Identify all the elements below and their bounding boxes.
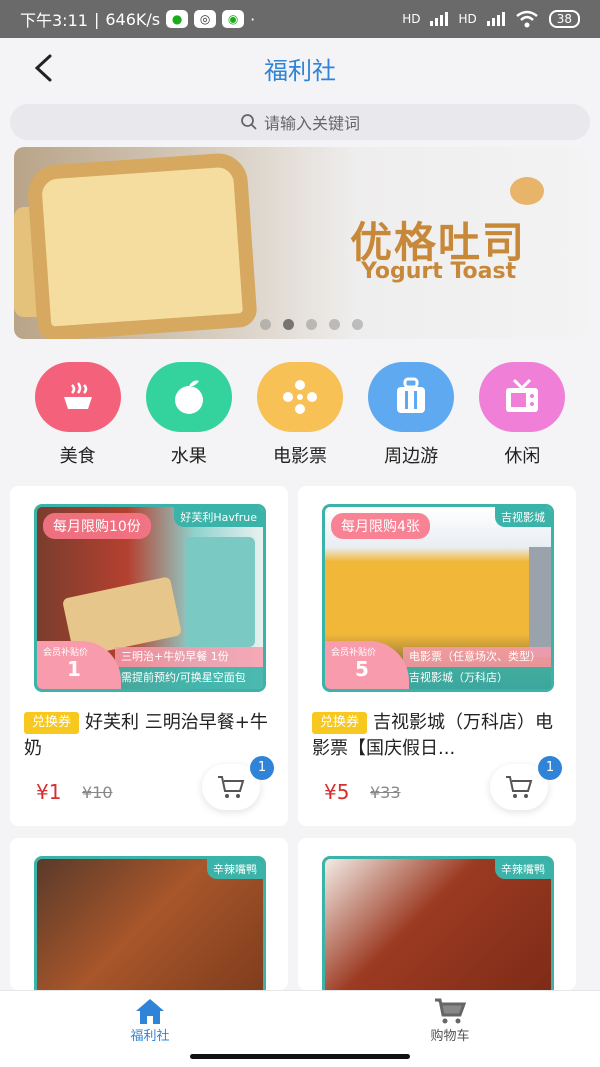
promo-banner[interactable]: 优格吐司 Yogurt Toast xyxy=(14,147,586,339)
member-price-badge: 会员补贴价 5 xyxy=(325,641,409,689)
banner-subtitle: Yogurt Toast xyxy=(361,259,517,284)
category-label: 水果 xyxy=(170,446,207,467)
chevron-left-icon[interactable] xyxy=(28,50,58,86)
product-note: 三明治+牛奶早餐 1份 xyxy=(115,647,263,667)
tab-cart-label: 购物车 xyxy=(430,1029,470,1044)
product-card[interactable]: 辛辣嘴鸭 xyxy=(298,838,576,990)
coupon-badge: 兑换券 xyxy=(312,712,368,734)
network-label-2: HD xyxy=(458,12,477,26)
coupon-badge: 兑换券 xyxy=(24,712,80,734)
nav-bar: 福利社 xyxy=(0,38,600,98)
product-image: 辛辣嘴鸭 xyxy=(34,856,266,990)
product-name: 兑换券 好芙利 三明治早餐+牛奶 xyxy=(24,710,280,762)
network-label-1: HD xyxy=(402,12,421,26)
product-note: 电影票（任意场次、类型） xyxy=(403,647,551,667)
app-icon: ◉ xyxy=(222,10,245,28)
cart-icon xyxy=(506,776,533,798)
product-image: 每月限购10份 好芙利Havfrue 三明治+牛奶早餐 1份 需提前预约/可换星… xyxy=(34,504,266,692)
status-speed: 646K/s xyxy=(105,9,161,29)
category-label: 美食 xyxy=(59,446,96,467)
category-leisure[interactable]: 休闲 xyxy=(477,362,567,472)
member-price-value: 1 xyxy=(67,657,81,681)
pagination-dot[interactable] xyxy=(306,319,317,330)
product-card[interactable]: 辛辣嘴鸭 xyxy=(10,838,288,990)
category-food[interactable]: 美食 xyxy=(33,362,123,472)
building-image xyxy=(529,547,551,657)
category-label: 休闲 xyxy=(504,446,541,467)
food-icon xyxy=(34,362,121,432)
product-image: 辛辣嘴鸭 xyxy=(322,856,554,990)
home-icon xyxy=(136,999,164,1024)
page-title: 福利社 xyxy=(264,56,336,85)
tab-home-label: 福利社 xyxy=(130,1029,170,1044)
category-travel[interactable]: 周边游 xyxy=(366,362,456,472)
brand-tag: 辛辣嘴鸭 xyxy=(207,859,263,879)
cart-count-badge: 1 xyxy=(538,756,562,780)
status-time: 下午3:11 xyxy=(20,11,88,30)
wechat-icon: ● xyxy=(166,10,189,28)
member-price-label: 会员补贴价 xyxy=(43,648,89,658)
banner-pagination xyxy=(260,319,363,330)
pagination-dot[interactable] xyxy=(260,319,271,330)
status-bar: 下午3:11 | 646K/s ● ◎ ◉ · HD HD 38 xyxy=(0,0,600,38)
fruit-icon xyxy=(145,362,232,432)
battery-icon: 38 xyxy=(548,10,580,28)
product-name: 兑换券 吉视影城（万科店）电影票【国庆假日... xyxy=(312,710,568,762)
product-note: 需提前预约/可换星空面包 xyxy=(115,667,263,689)
search-placeholder: 请输入关键词 xyxy=(263,114,360,133)
brand-tag: 好芙利Havfrue xyxy=(174,507,263,527)
tv-icon xyxy=(479,362,566,432)
category-label: 周边游 xyxy=(384,446,439,467)
product-card[interactable]: 每月限购10份 好芙利Havfrue 三明治+牛奶早餐 1份 需提前预约/可换星… xyxy=(10,486,288,826)
product-card[interactable]: 每月限购4张 吉视影城 电影票（任意场次、类型） 吉视影城（万科店） 会员补贴价… xyxy=(298,486,576,826)
brand-tag: 吉视影城 xyxy=(495,507,551,527)
wifi-icon xyxy=(515,10,538,28)
category-fruit[interactable]: 水果 xyxy=(144,362,234,472)
toast-image xyxy=(26,151,258,339)
pagination-dot-active[interactable] xyxy=(283,319,294,330)
member-price-value: 5 xyxy=(355,657,369,681)
dot-icon: · xyxy=(250,9,256,29)
brand-logo-icon xyxy=(510,177,544,205)
member-price-label: 会员补贴价 xyxy=(331,648,377,658)
signal-icon-2 xyxy=(486,12,505,26)
category-label: 电影票 xyxy=(272,446,327,467)
cart-count-badge: 1 xyxy=(250,756,274,780)
product-image: 每月限购4张 吉视影城 电影票（任意场次、类型） 吉视影城（万科店） 会员补贴价… xyxy=(322,504,554,692)
limit-tag: 每月限购4张 xyxy=(331,513,430,539)
message-icon: ◎ xyxy=(194,10,217,28)
home-indicator xyxy=(190,1054,410,1059)
pagination-dot[interactable] xyxy=(352,319,363,330)
product-note: 吉视影城（万科店） xyxy=(403,667,551,689)
signal-icon xyxy=(430,12,449,26)
luggage-icon xyxy=(368,362,455,432)
pagination-dot[interactable] xyxy=(329,319,340,330)
product-price: ¥5 xyxy=(324,780,350,804)
search-icon xyxy=(241,114,257,130)
search-input[interactable]: 请输入关键词 xyxy=(10,104,590,140)
limit-tag: 每月限购10份 xyxy=(43,513,151,539)
film-reel-icon xyxy=(256,362,343,432)
category-movie-ticket[interactable]: 电影票 xyxy=(255,362,345,472)
product-price: ¥1 xyxy=(36,780,62,804)
category-row: 美食 水果 电影票 周边游 休闲 xyxy=(0,362,600,472)
drink-cup-image xyxy=(185,537,255,647)
cinema-sign-image xyxy=(385,569,465,589)
brand-tag: 辛辣嘴鸭 xyxy=(495,859,551,879)
product-original-price: ¥33 xyxy=(370,783,401,802)
cart-icon xyxy=(435,998,467,1024)
product-original-price: ¥10 xyxy=(82,783,113,802)
cart-icon xyxy=(218,776,245,798)
